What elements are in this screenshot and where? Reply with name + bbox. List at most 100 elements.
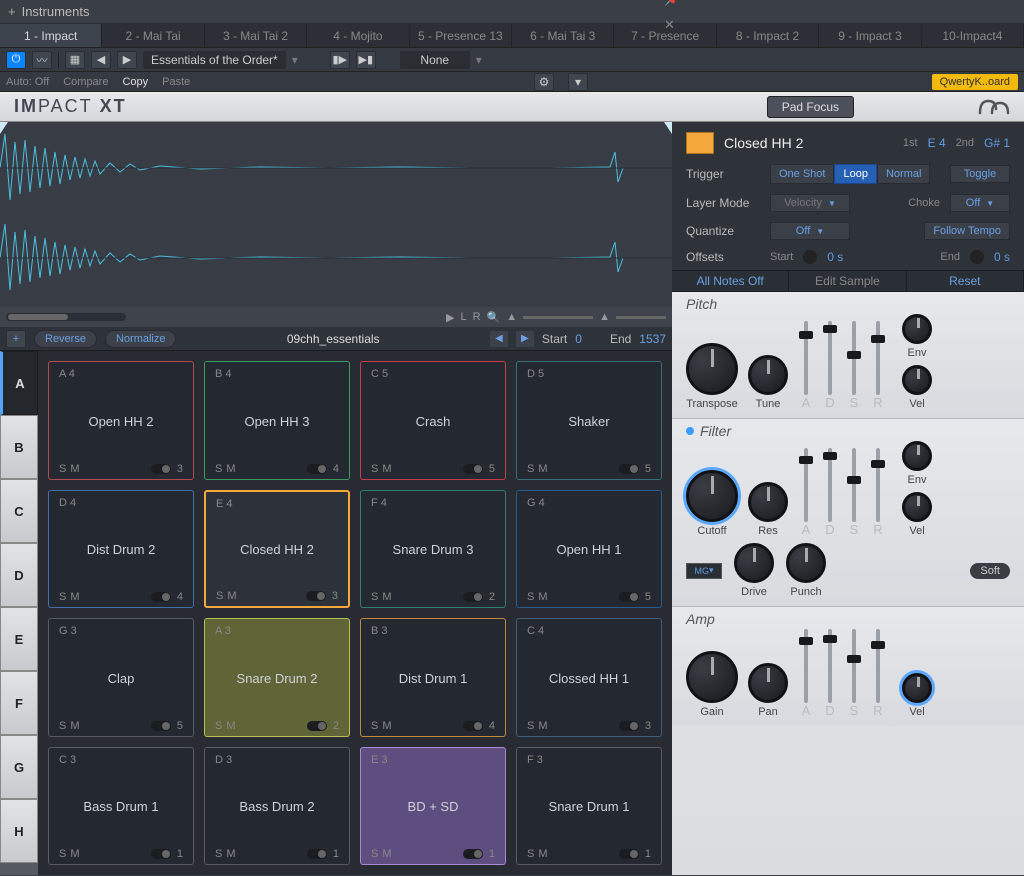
folder-icon[interactable]: ▦ bbox=[65, 51, 85, 69]
sample-end[interactable]: 1537 bbox=[639, 332, 666, 346]
vzoom-slider[interactable] bbox=[616, 316, 666, 319]
trigger-toggle[interactable]: Toggle bbox=[950, 165, 1010, 183]
solo-button[interactable]: S bbox=[215, 463, 222, 475]
channel-l[interactable]: L bbox=[460, 311, 466, 323]
pin-icon[interactable]: 📌 bbox=[664, 0, 1016, 7]
pitch-d-slider[interactable] bbox=[823, 325, 837, 333]
pad[interactable]: C 4Clossed HH 1SM3 bbox=[516, 618, 662, 737]
mute-button[interactable]: M bbox=[70, 591, 79, 603]
solo-button[interactable]: S bbox=[371, 463, 378, 475]
solo-button[interactable]: S bbox=[527, 720, 534, 732]
follow-tempo-button[interactable]: Follow Tempo bbox=[924, 222, 1010, 240]
keyboard-badge[interactable]: QwertyK..oard bbox=[932, 74, 1018, 90]
pad[interactable]: B 3Dist Drum 1SM4 bbox=[360, 618, 506, 737]
mute-button[interactable]: M bbox=[70, 463, 79, 475]
second-note[interactable]: G# 1 bbox=[984, 136, 1010, 150]
preset-tab[interactable]: 9 - Impact 3 bbox=[819, 24, 921, 47]
bank-tab-b[interactable]: B bbox=[0, 415, 38, 479]
preset-tab[interactable]: 3 - Mai Tai 2 bbox=[205, 24, 307, 47]
mute-button[interactable]: M bbox=[382, 463, 391, 475]
all-notes-off-button[interactable]: All Notes Off bbox=[672, 271, 789, 291]
pad-toggle[interactable] bbox=[619, 721, 639, 731]
offset-end-knob[interactable] bbox=[970, 250, 984, 264]
bank-tab-a[interactable]: A bbox=[0, 351, 38, 415]
pad[interactable]: E 4Closed HH 2SM3 bbox=[204, 490, 350, 609]
pad-toggle[interactable] bbox=[619, 464, 639, 474]
preset-tab[interactable]: 5 - Presence 13 bbox=[410, 24, 512, 47]
mute-button[interactable]: M bbox=[226, 463, 235, 475]
filter-s-slider[interactable] bbox=[847, 476, 861, 484]
compare-button[interactable]: Compare bbox=[63, 76, 108, 88]
pad-toggle[interactable] bbox=[307, 849, 327, 859]
pad-toggle[interactable] bbox=[306, 591, 326, 601]
solo-button[interactable]: S bbox=[527, 848, 534, 860]
preset-tab[interactable]: 4 - Mojito bbox=[307, 24, 409, 47]
cutoff-knob[interactable] bbox=[686, 470, 738, 522]
mute-button[interactable]: M bbox=[382, 848, 391, 860]
bank-tab-c[interactable]: C bbox=[0, 479, 38, 543]
zoom-up-icon[interactable]: ▲ bbox=[506, 311, 517, 323]
mute-button[interactable]: M bbox=[538, 591, 547, 603]
mute-button[interactable]: M bbox=[70, 720, 79, 732]
quantize-dropdown[interactable]: Off▼ bbox=[770, 222, 850, 240]
mute-button[interactable]: M bbox=[226, 848, 235, 860]
amp-a-slider[interactable] bbox=[799, 637, 813, 645]
pad[interactable]: G 3ClapSM5 bbox=[48, 618, 194, 737]
preset-tab[interactable]: 10-Impact4 bbox=[922, 24, 1024, 47]
filter-a-slider[interactable] bbox=[799, 456, 813, 464]
pad[interactable]: A 4Open HH 2SM3 bbox=[48, 361, 194, 480]
pan-knob[interactable] bbox=[748, 663, 788, 703]
power-icon[interactable]: ⏻ bbox=[6, 51, 26, 69]
pitch-a-slider[interactable] bbox=[799, 331, 813, 339]
mute-button[interactable]: M bbox=[382, 720, 391, 732]
tune-knob[interactable] bbox=[748, 355, 788, 395]
next-sample-icon[interactable]: ▶ bbox=[516, 331, 534, 347]
add-sample-icon[interactable]: + bbox=[6, 330, 26, 348]
bank-tab-g[interactable]: G bbox=[0, 735, 38, 799]
solo-button[interactable]: S bbox=[371, 591, 378, 603]
channel-r[interactable]: R bbox=[473, 311, 481, 323]
pad[interactable]: D 4Dist Drum 2SM4 bbox=[48, 490, 194, 609]
pad[interactable]: D 5ShakerSM5 bbox=[516, 361, 662, 480]
pad-toggle[interactable] bbox=[151, 721, 171, 731]
pad-toggle[interactable] bbox=[463, 592, 483, 602]
bank-tab-d[interactable]: D bbox=[0, 543, 38, 607]
solo-button[interactable]: S bbox=[59, 848, 66, 860]
preset-tab[interactable]: 8 - Impact 2 bbox=[717, 24, 819, 47]
solo-button[interactable]: S bbox=[527, 591, 534, 603]
solo-button[interactable]: S bbox=[215, 720, 222, 732]
trigger-loop[interactable]: Loop bbox=[834, 164, 876, 184]
first-note[interactable]: E 4 bbox=[928, 136, 946, 150]
mute-button[interactable]: M bbox=[227, 590, 236, 602]
zoom-icon[interactable]: 🔍 bbox=[487, 311, 501, 324]
next-preset-icon[interactable]: ▶ bbox=[117, 51, 137, 69]
filter-type-dropdown[interactable]: MG ▾ bbox=[686, 563, 722, 579]
pad[interactable]: F 4Snare Drum 3SM2 bbox=[360, 490, 506, 609]
pad-toggle[interactable] bbox=[463, 721, 483, 731]
edit-sample-button[interactable]: Edit Sample bbox=[789, 271, 906, 291]
pad-toggle[interactable] bbox=[151, 849, 171, 859]
pad-toggle[interactable] bbox=[463, 464, 483, 474]
add-icon[interactable]: + bbox=[8, 4, 16, 19]
prev-preset-icon[interactable]: ◀ bbox=[91, 51, 111, 69]
sample-start[interactable]: 0 bbox=[575, 332, 582, 346]
solo-button[interactable]: S bbox=[59, 591, 66, 603]
pad[interactable]: F 3Snare Drum 1SM1 bbox=[516, 747, 662, 866]
filter-d-slider[interactable] bbox=[823, 452, 837, 460]
pitch-s-slider[interactable] bbox=[847, 351, 861, 359]
pad[interactable]: C 3Bass Drum 1SM1 bbox=[48, 747, 194, 866]
zoom-slider[interactable] bbox=[523, 316, 593, 319]
solo-button[interactable]: S bbox=[527, 463, 534, 475]
waveform-display[interactable] bbox=[0, 122, 672, 307]
preset-name[interactable]: Essentials of the Order* bbox=[143, 51, 286, 69]
res-knob[interactable] bbox=[748, 482, 788, 522]
pitch-r-slider[interactable] bbox=[871, 335, 885, 343]
paste-button[interactable]: Paste bbox=[162, 76, 190, 88]
scrollbar[interactable] bbox=[6, 313, 126, 321]
mute-button[interactable]: M bbox=[70, 848, 79, 860]
mute-button[interactable]: M bbox=[226, 720, 235, 732]
pad[interactable]: A 3Snare Drum 2SM2 bbox=[204, 618, 350, 737]
solo-button[interactable]: S bbox=[215, 848, 222, 860]
offset-end[interactable]: 0 s bbox=[994, 250, 1010, 264]
prev-sample-icon[interactable]: ◀ bbox=[490, 331, 508, 347]
